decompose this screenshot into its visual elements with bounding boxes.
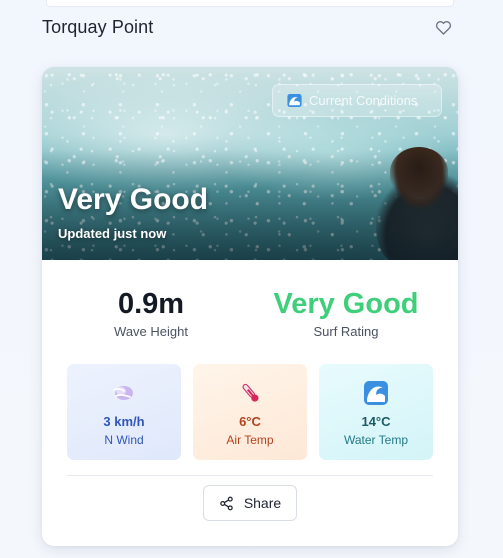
wind-icon — [111, 380, 137, 406]
air-temp-value: 6°C — [239, 414, 261, 429]
hero-rating: Very Good — [58, 183, 209, 216]
stats-row: 0.9m Wave Height Very Good Surf Rating — [42, 287, 458, 347]
surf-rating-label: Surf Rating — [313, 324, 379, 339]
wave-height-label: Wave Height — [114, 324, 188, 339]
water-temp-label: Water Temp — [343, 433, 409, 447]
divider — [67, 475, 433, 476]
wind-value: 3 km/h — [103, 414, 145, 429]
share-label: Share — [243, 495, 282, 511]
water-temp-value: 14°C — [361, 414, 391, 429]
wave-height-stat: 0.9m Wave Height — [47, 287, 255, 339]
wind-label: N Wind — [104, 433, 144, 447]
previous-card-edge — [46, 0, 454, 7]
heart-outline-icon — [435, 20, 451, 35]
conditions-card: Current Conditions Very Good Updated jus… — [42, 67, 458, 546]
conditions-tiles: 3 km/h N Wind 6°C Air Temp 14°C Water Te… — [67, 364, 433, 460]
hero-image: Current Conditions Very Good Updated jus… — [42, 67, 458, 260]
water-temp-tile: 14°C Water Temp — [319, 364, 433, 460]
air-temp-tile: 6°C Air Temp — [193, 364, 307, 460]
updated-text: Updated just now — [58, 226, 167, 241]
share-icon — [220, 496, 233, 510]
surf-rating-value: Very Good — [273, 288, 419, 320]
thermometer-icon — [237, 380, 263, 406]
badge-label: Current Conditions — [309, 93, 418, 108]
spot-title: Torquay Point — [42, 16, 154, 37]
wind-tile: 3 km/h N Wind — [67, 364, 181, 460]
air-temp-label: Air Temp — [226, 433, 274, 447]
wave-icon — [363, 380, 389, 406]
wave-height-value: 0.9m — [117, 288, 185, 320]
share-button[interactable]: Share — [203, 485, 297, 521]
current-conditions-badge: Current Conditions — [272, 84, 442, 117]
wave-icon — [287, 94, 302, 107]
surf-rating-stat: Very Good Surf Rating — [242, 287, 450, 339]
favorite-button[interactable] — [432, 16, 454, 38]
spot-header: Torquay Point — [42, 14, 454, 40]
